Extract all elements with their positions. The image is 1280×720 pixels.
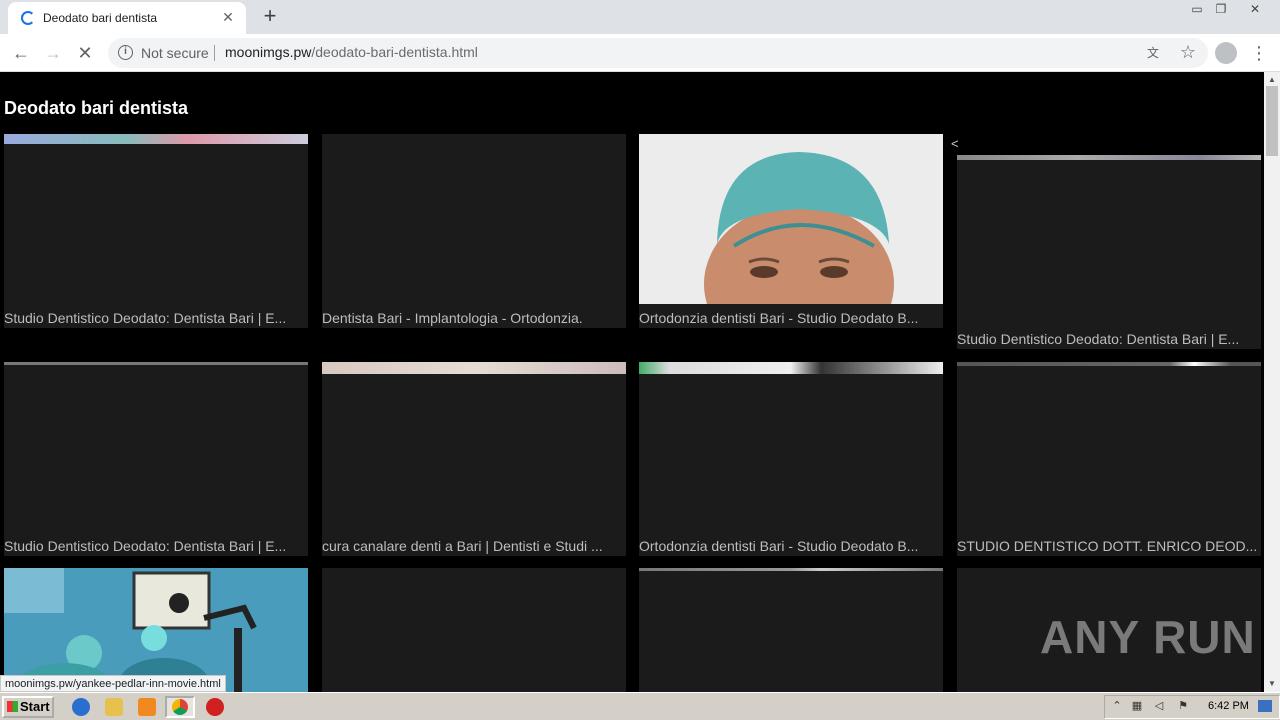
status-bar-url: moonimgs.pw/yankee-pedlar-inn-movie.html bbox=[0, 675, 226, 692]
tab-active[interactable]: Deodato bari dentista ✕ bbox=[8, 2, 246, 34]
page-title: Deodato bari dentista bbox=[4, 98, 189, 118]
url-host: moonimgs.pw bbox=[225, 44, 312, 60]
forward-button[interactable]: → bbox=[40, 40, 66, 66]
info-icon[interactable]: i bbox=[118, 45, 133, 60]
image-caption[interactable]: STUDIO DENTISTICO DOTT. ENRICO DEOD... bbox=[957, 538, 1261, 554]
image-thumbnail[interactable] bbox=[4, 568, 308, 692]
image-card[interactable]: STUDIO DENTISTICO DOTT. ENRICO DEOD... bbox=[957, 362, 1261, 556]
new-tab-button[interactable]: + bbox=[258, 4, 282, 28]
start-button[interactable]: Start bbox=[2, 696, 54, 718]
image-caption[interactable]: Ortodonzia dentisti Bari - Studio Deodat… bbox=[639, 310, 943, 326]
back-button[interactable]: ← bbox=[8, 40, 34, 66]
page-content: Deodato bari dentista Studio Dentistico … bbox=[0, 72, 1264, 692]
image-card[interactable]: Ortodonzia dentisti Bari - Studio Deodat… bbox=[639, 362, 943, 556]
image-caption[interactable]: cura canalare denti a Bari | Dentisti e … bbox=[322, 538, 626, 554]
action-center-flag-icon[interactable]: ⚑ bbox=[1176, 700, 1190, 712]
bookmark-star-icon[interactable]: ☆ bbox=[1180, 42, 1196, 63]
restore-button[interactable]: ❐ bbox=[1206, 0, 1236, 20]
image-thumbnail[interactable] bbox=[4, 362, 308, 532]
network-icon[interactable]: ▦ bbox=[1130, 700, 1144, 712]
image-caption[interactable]: Ortodonzia dentisti Bari - Studio Deodat… bbox=[639, 538, 943, 554]
chrome-taskbar-button[interactable] bbox=[165, 696, 195, 718]
carousel-prev-arrow[interactable]: < bbox=[951, 136, 959, 151]
image-card[interactable]: Dentista Bari - Implantologia - Ortodonz… bbox=[322, 134, 626, 328]
anyrun-watermark: ANY RUN bbox=[1040, 611, 1256, 663]
loading-spinner-icon bbox=[21, 11, 35, 25]
surgery-photo bbox=[4, 568, 308, 692]
security-label[interactable]: Not secure bbox=[141, 45, 209, 61]
image-card[interactable]: Studio Dentistico Deodato: Dentista Bari… bbox=[4, 362, 308, 556]
internet-explorer-icon[interactable] bbox=[72, 698, 90, 716]
omnibox-divider bbox=[214, 45, 215, 61]
browser-toolbar: ← → ✕ i Not secure moonimgs.pw/deodato-b… bbox=[0, 34, 1280, 72]
image-caption[interactable]: Studio Dentistico Deodato: Dentista Bari… bbox=[4, 538, 308, 554]
image-thumbnail[interactable] bbox=[639, 134, 943, 304]
url-text[interactable]: moonimgs.pw/deodato-bari-dentista.html bbox=[225, 44, 478, 60]
url-path: /deodato-bari-dentista.html bbox=[311, 44, 478, 60]
address-bar[interactable]: i Not secure moonimgs.pw/deodato-bari-de… bbox=[108, 38, 1208, 68]
taskbar-clock[interactable]: 6:42 PM bbox=[1208, 700, 1249, 712]
image-caption[interactable]: Studio Dentistico Deodato: Dentista Bari… bbox=[957, 331, 1261, 347]
image-thumbnail[interactable] bbox=[639, 568, 943, 692]
media-player-icon[interactable] bbox=[138, 698, 156, 716]
chrome-icon bbox=[172, 699, 188, 715]
dentist-photo bbox=[639, 134, 943, 304]
scrollbar-thumb[interactable] bbox=[1266, 86, 1278, 156]
folder-icon[interactable] bbox=[105, 698, 123, 716]
tab-strip: Deodato bari dentista ✕ + ▭ ❐ ✕ bbox=[0, 0, 1280, 34]
image-thumbnail[interactable] bbox=[4, 134, 308, 304]
windows-flag-icon bbox=[7, 701, 18, 712]
page-scrollbar[interactable]: ▲ ▼ bbox=[1264, 72, 1280, 692]
image-card[interactable] bbox=[4, 568, 308, 692]
chrome-menu-icon[interactable]: ⋮ bbox=[1250, 40, 1268, 66]
translate-icon[interactable]: 文 bbox=[1144, 44, 1162, 62]
profile-avatar[interactable] bbox=[1215, 42, 1237, 64]
volume-icon[interactable]: ◁ bbox=[1152, 700, 1166, 712]
tray-expand-icon[interactable]: ⌃ bbox=[1110, 700, 1124, 712]
image-thumbnail[interactable] bbox=[322, 134, 626, 304]
image-card[interactable]: cura canalare denti a Bari | Dentisti e … bbox=[322, 362, 626, 556]
windows-taskbar: Start ⌃ ▦ ◁ ⚑ 6:42 PM bbox=[0, 692, 1280, 720]
show-desktop-icon[interactable] bbox=[1258, 700, 1272, 712]
opera-icon[interactable] bbox=[206, 698, 224, 716]
image-thumbnail[interactable] bbox=[639, 362, 943, 532]
image-card[interactable] bbox=[322, 568, 626, 692]
stop-loading-button[interactable]: ✕ bbox=[72, 40, 98, 66]
close-tab-icon[interactable]: ✕ bbox=[218, 7, 238, 27]
image-card[interactable]: Ortodonzia dentisti Bari - Studio Deodat… bbox=[639, 134, 943, 328]
start-label: Start bbox=[20, 699, 50, 714]
image-card[interactable]: Studio Dentistico Deodato: Dentista Bari… bbox=[957, 155, 1261, 349]
image-thumbnail[interactable] bbox=[957, 155, 1261, 325]
image-card[interactable] bbox=[639, 568, 943, 692]
image-card[interactable]: Studio Dentistico Deodato: Dentista Bari… bbox=[4, 134, 308, 328]
image-thumbnail[interactable] bbox=[322, 568, 626, 692]
image-caption[interactable]: Dentista Bari - Implantologia - Ortodonz… bbox=[322, 310, 626, 326]
tab-title: Deodato bari dentista bbox=[43, 11, 158, 25]
image-caption[interactable]: Studio Dentistico Deodato: Dentista Bari… bbox=[4, 310, 308, 326]
image-thumbnail[interactable] bbox=[957, 362, 1261, 532]
close-window-button[interactable]: ✕ bbox=[1240, 0, 1270, 20]
scroll-down-arrow-icon[interactable]: ▼ bbox=[1264, 676, 1280, 692]
image-thumbnail[interactable] bbox=[322, 362, 626, 532]
